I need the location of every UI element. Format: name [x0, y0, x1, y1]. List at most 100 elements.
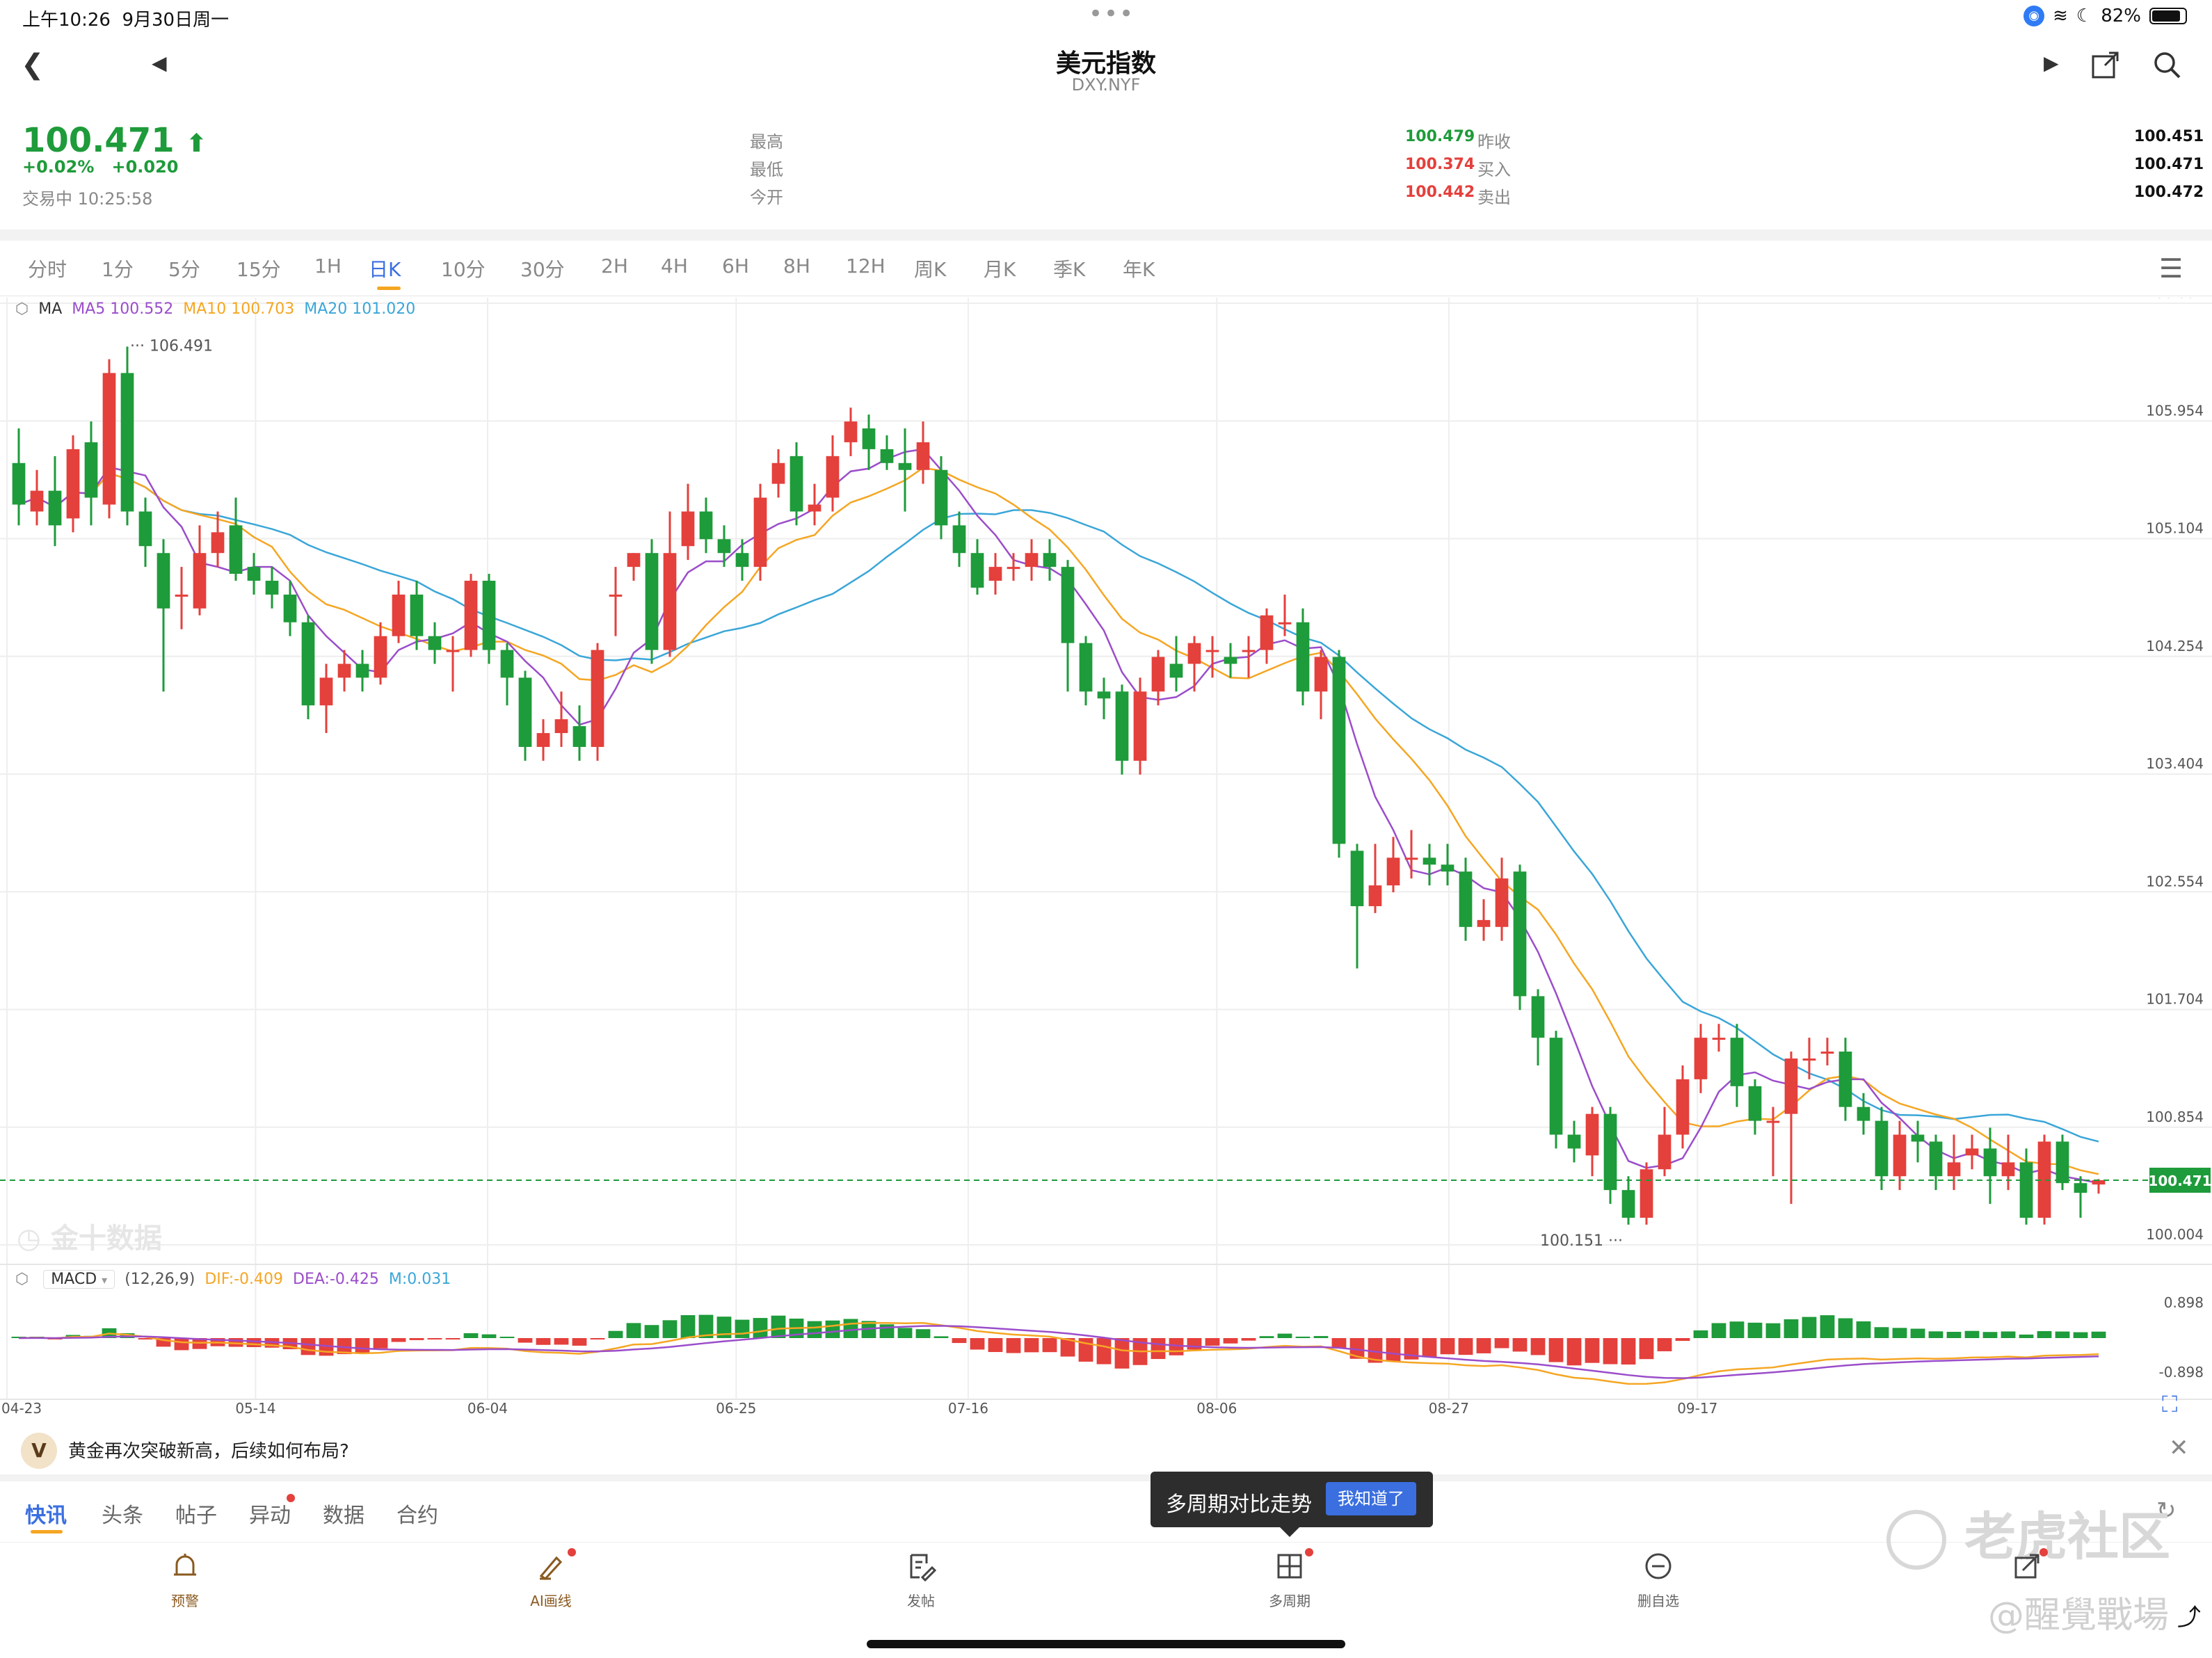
candle-body [1893, 1134, 1907, 1177]
period-tab[interactable]: 季K [1053, 255, 1085, 282]
candle-body [1585, 1113, 1599, 1156]
low-value: 100.374 [1405, 156, 1475, 173]
candle-body [1151, 657, 1165, 692]
search-icon[interactable] [2152, 50, 2181, 86]
close-icon[interactable]: ✕ [2169, 1434, 2189, 1462]
candle [1603, 1106, 1617, 1205]
period-tab[interactable]: 分时 [28, 255, 67, 282]
candle-body [554, 719, 568, 734]
period-tab[interactable]: 4H [661, 255, 688, 277]
candle-body [1676, 1079, 1690, 1135]
period-tab[interactable]: 30分 [520, 255, 565, 282]
share-out-icon[interactable] [2091, 50, 2120, 86]
candle [1441, 844, 1454, 886]
kline-chart[interactable]: 106.804 105.954 105.104 104.254 103.404 102.5… [0, 298, 2212, 1424]
news-headline[interactable]: 黄金再次突破新高，后续如何布局? [68, 1437, 349, 1463]
macd-bar [463, 1333, 479, 1338]
macd-legend[interactable]: ⬡ MACD ▾ (12,26,9) DIF:-0.409 DEA:-0.425… [15, 1270, 451, 1289]
tab-data[interactable]: 数据 [323, 1498, 364, 1529]
tab-movers[interactable]: 异动 [249, 1498, 291, 1529]
change-pct: +0.02% [22, 157, 95, 177]
candle [1097, 677, 1111, 720]
candle [1640, 1162, 1653, 1225]
y-axis: 106.804 105.954 105.104 104.254 103.404 102.5… [2146, 298, 2204, 1243]
menu-icon[interactable]: ☰ [2159, 253, 2183, 284]
candle [862, 414, 876, 470]
candle-body [1205, 650, 1219, 652]
macd-bar [626, 1323, 641, 1338]
period-tab[interactable]: 年K [1123, 255, 1155, 282]
tab-contract[interactable]: 合约 [396, 1498, 438, 1529]
period-tab[interactable]: 8H [783, 255, 810, 277]
macd-bar [1765, 1323, 1781, 1338]
candle-body [1224, 657, 1237, 664]
macd-selector[interactable]: MACD ▾ [43, 1270, 115, 1289]
period-tab[interactable]: 12H [846, 255, 885, 277]
multi-period-button[interactable]: 多周期 [1241, 1551, 1338, 1610]
candle-body [1386, 858, 1400, 886]
macd-bar [897, 1328, 913, 1338]
ma-settings-icon[interactable]: ⬡ [15, 300, 29, 318]
period-tab[interactable]: 15分 [237, 255, 281, 282]
ma-legend[interactable]: ⬡ MA MA5 100.552 MA10 100.703 MA20 101.0… [15, 300, 415, 318]
remove-watchlist-label: 删自选 [1637, 1593, 1679, 1609]
share-button[interactable] [1978, 1551, 2076, 1590]
period-tab[interactable]: 10分 [441, 255, 486, 282]
news-banner[interactable]: V 黄金再次突破新高，后续如何布局? ✕ [0, 1428, 2212, 1473]
multitask-dots-icon[interactable]: ••• [1089, 0, 1135, 28]
pencil-handle-icon[interactable]: ⤴ [2177, 1598, 2201, 1632]
period-tab[interactable]: 月K [984, 255, 1016, 282]
period-tab[interactable]: 5分 [168, 255, 200, 282]
ai-draw-button[interactable]: AI画线 [502, 1551, 600, 1610]
candle-body [1025, 553, 1039, 568]
notification-dot [287, 1494, 295, 1502]
macd-bar [1946, 1332, 1962, 1338]
candle-body [319, 677, 333, 706]
tab-headlines[interactable]: 头条 [102, 1498, 143, 1529]
tooltip-dismiss-button[interactable]: 我知道了 [1326, 1482, 1416, 1515]
alert-button[interactable]: 预警 [136, 1551, 234, 1610]
candle [1857, 1093, 1870, 1135]
candle-body [48, 490, 62, 526]
period-tab-active[interactable]: 日K [369, 255, 401, 282]
tab-flash[interactable]: 快讯 [25, 1498, 67, 1529]
tab-posts[interactable]: 帖子 [175, 1498, 217, 1529]
candle-body [120, 373, 134, 512]
home-indicator[interactable] [867, 1640, 1345, 1648]
macd-tick-label: -0.898 [2159, 1364, 2204, 1381]
candle [934, 456, 948, 540]
candle-body [609, 594, 623, 597]
candle [1929, 1134, 1943, 1191]
siri-icon: ◉ [2023, 6, 2045, 26]
candle [572, 705, 586, 761]
fullscreen-icon[interactable]: ⛶ [2162, 1391, 2177, 1418]
candle-body [374, 636, 387, 678]
period-tab[interactable]: 1分 [102, 255, 134, 282]
candle [120, 346, 134, 526]
candle [102, 359, 116, 519]
candle-body [1658, 1134, 1672, 1170]
candle-body [1368, 885, 1382, 906]
candle-body [771, 462, 785, 484]
candle [808, 483, 822, 526]
period-tab[interactable]: 1H [314, 255, 342, 277]
candle-body [1441, 864, 1454, 872]
candle [1025, 539, 1039, 581]
next-instrument-icon[interactable]: ▶ [2044, 51, 2059, 74]
candle [1151, 650, 1165, 706]
minus-circle-icon [1610, 1551, 1707, 1590]
battery-percent: 82% [2101, 6, 2141, 26]
period-tab[interactable]: 2H [601, 255, 628, 277]
alert-label: 预警 [171, 1593, 199, 1609]
macd-settings-icon[interactable]: ⬡ [15, 1271, 29, 1288]
macd-bar [1566, 1338, 1582, 1366]
macd-bar [1313, 1336, 1329, 1338]
remove-watchlist-button[interactable]: 删自选 [1610, 1551, 1707, 1610]
post-button[interactable]: 发帖 [872, 1551, 970, 1610]
brand-logo-icon: V [21, 1433, 57, 1469]
period-tab[interactable]: 6H [722, 255, 749, 277]
candle [1549, 1031, 1563, 1149]
candle [1368, 844, 1382, 913]
period-tab[interactable]: 周K [914, 255, 946, 282]
period-bar: 分时 1分 5分 15分 1H 日K 10分 30分 2H 4H 6H 8H 1… [0, 241, 2212, 296]
